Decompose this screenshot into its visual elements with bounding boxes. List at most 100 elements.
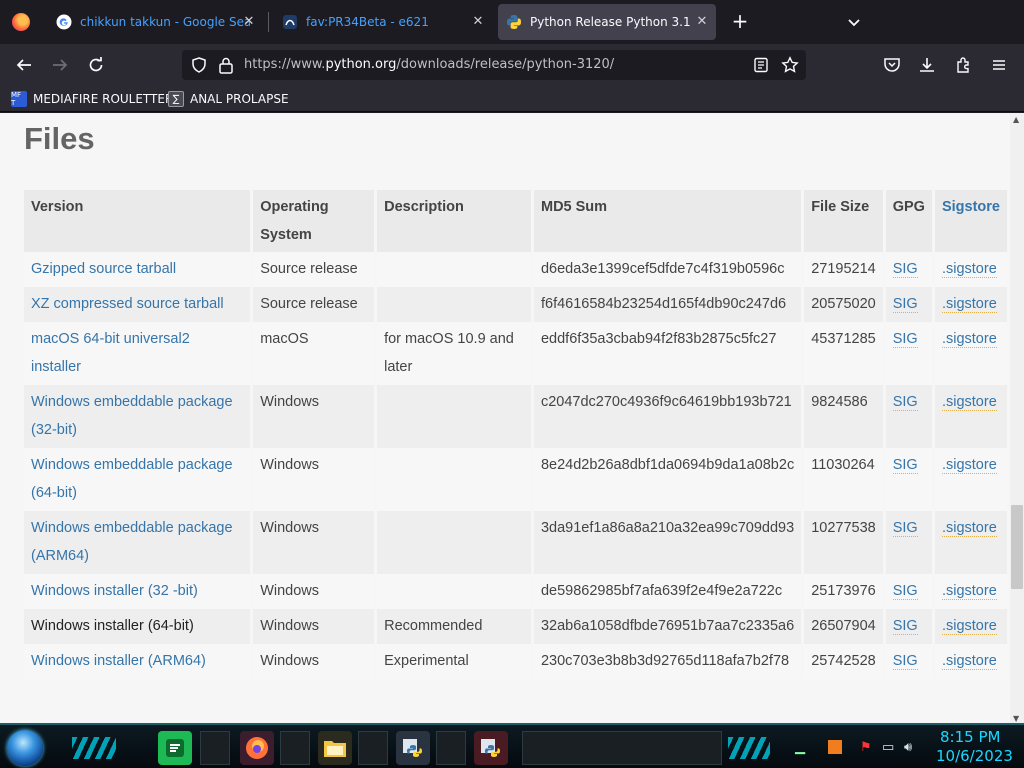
- sigstore-cell[interactable]: .sigstore: [933, 287, 1010, 322]
- reload-button[interactable]: [83, 52, 109, 78]
- sigstore-cell[interactable]: .sigstore: [933, 644, 1010, 679]
- gpg-sig-link[interactable]: SIG: [892, 296, 918, 313]
- gpg-sig-link[interactable]: SIG: [892, 520, 918, 537]
- download-link[interactable]: Windows embeddable package (ARM64): [31, 520, 233, 564]
- close-tab-icon[interactable]: ✕: [694, 14, 710, 30]
- download-link[interactable]: Gzipped source tarball: [31, 261, 176, 277]
- url-text[interactable]: https://www.python.org/downloads/release…: [244, 57, 614, 72]
- tab-python-release[interactable]: Python Release Python 3.12.0 | Py ✕: [498, 4, 716, 40]
- scroll-down-arrow-icon[interactable]: ▼: [1013, 714, 1019, 723]
- download-link[interactable]: Windows embeddable package (64-bit): [31, 457, 233, 501]
- new-tab-button[interactable]: +: [728, 10, 752, 34]
- version-cell[interactable]: Windows installer (64-bit): [24, 609, 254, 644]
- gpg-cell[interactable]: SIG: [884, 644, 935, 679]
- python-installer-taskbar-icon[interactable]: [396, 731, 430, 765]
- vertical-scrollbar[interactable]: ▲ ▼: [1010, 113, 1024, 723]
- bookmark-anal-prolapse[interactable]: ∑ ANAL PROLAPSE: [168, 90, 289, 108]
- pocket-button[interactable]: [879, 52, 905, 78]
- extensions-button[interactable]: [951, 52, 977, 78]
- sigstore-link[interactable]: .sigstore: [941, 261, 997, 278]
- spotify-taskbar-icon[interactable]: [158, 731, 192, 765]
- python-setup-taskbar-icon[interactable]: [474, 731, 508, 765]
- version-cell[interactable]: Windows installer (32 -bit): [24, 574, 254, 609]
- downloads-button[interactable]: [914, 52, 940, 78]
- sigstore-link[interactable]: .sigstore: [941, 296, 997, 313]
- scrollbar-thumb[interactable]: [1011, 505, 1023, 589]
- gpg-cell[interactable]: SIG: [884, 609, 935, 644]
- file-explorer-taskbar-icon[interactable]: [318, 731, 352, 765]
- volume-speaker-icon[interactable]: 🔊︎: [904, 740, 912, 758]
- clock-date[interactable]: 10/6/2023: [936, 747, 1013, 765]
- gpg-cell[interactable]: SIG: [884, 322, 935, 385]
- sigstore-cell[interactable]: .sigstore: [933, 574, 1010, 609]
- lock-icon[interactable]: [218, 56, 234, 74]
- column-header-sigstore[interactable]: Sigstore: [933, 190, 1010, 252]
- back-button[interactable]: [11, 52, 37, 78]
- list-all-tabs-icon[interactable]: [842, 10, 866, 34]
- network-icon[interactable]: ▭: [882, 740, 894, 758]
- sigstore-link[interactable]: .sigstore: [941, 583, 997, 600]
- gpg-cell[interactable]: SIG: [884, 252, 935, 287]
- bookmark-mediafire-rouletter[interactable]: MF T MEDIAFIRE ROULETTER: [11, 90, 173, 108]
- gpg-sig-link[interactable]: SIG: [892, 331, 918, 348]
- sigstore-cell[interactable]: .sigstore: [933, 322, 1010, 385]
- sigstore-cell[interactable]: .sigstore: [933, 511, 1010, 574]
- close-tab-icon[interactable]: ✕: [470, 14, 486, 30]
- gpg-sig-link[interactable]: SIG: [892, 457, 918, 474]
- download-link[interactable]: Windows installer (ARM64): [31, 653, 206, 669]
- gpg-cell[interactable]: SIG: [884, 511, 935, 574]
- version-cell[interactable]: macOS 64-bit universal2 installer: [24, 322, 254, 385]
- version-cell[interactable]: Windows embeddable package (64-bit): [24, 448, 254, 511]
- version-cell[interactable]: Windows installer (ARM64): [24, 644, 254, 679]
- gpg-cell[interactable]: SIG: [884, 574, 935, 609]
- gpg-sig-link[interactable]: SIG: [892, 583, 918, 600]
- gpg-cell[interactable]: SIG: [884, 287, 935, 322]
- bookmarks-toolbar: MF T MEDIAFIRE ROULETTER ∑ ANAL PROLAPSE: [0, 86, 1024, 112]
- sigstore-link[interactable]: .sigstore: [941, 653, 997, 670]
- sigstore-cell[interactable]: .sigstore: [933, 385, 1010, 448]
- size-cell: 25742528: [802, 644, 886, 679]
- app-menu-button[interactable]: [986, 52, 1012, 78]
- gpg-sig-link[interactable]: SIG: [892, 653, 918, 670]
- reader-view-icon[interactable]: [753, 57, 769, 73]
- download-link[interactable]: Windows embeddable package (32-bit): [31, 394, 233, 438]
- table-row: macOS 64-bit universal2 installer macOS …: [24, 322, 1010, 385]
- show-hidden-icons-icon[interactable]: ▁: [795, 740, 805, 758]
- gpg-sig-link[interactable]: SIG: [892, 261, 918, 278]
- version-cell[interactable]: Windows embeddable package (32-bit): [24, 385, 254, 448]
- close-tab-icon[interactable]: ✕: [241, 14, 257, 30]
- security-alert-flag-icon[interactable]: ⚑: [860, 740, 872, 758]
- gpg-sig-link[interactable]: SIG: [892, 394, 918, 411]
- scroll-up-arrow-icon[interactable]: ▲: [1013, 115, 1019, 124]
- download-link[interactable]: XZ compressed source tarball: [31, 296, 224, 312]
- download-link[interactable]: Windows installer (32 -bit): [31, 583, 198, 599]
- version-cell[interactable]: Gzipped source tarball: [24, 252, 254, 287]
- tab-e621[interactable]: fav:PR34Beta - e621 ✕: [274, 4, 492, 40]
- start-button[interactable]: [7, 730, 43, 766]
- sigstore-cell[interactable]: .sigstore: [933, 448, 1010, 511]
- sigstore-link[interactable]: .sigstore: [941, 394, 997, 411]
- clock-time[interactable]: 8:15 PM: [940, 728, 1000, 746]
- sigstore-cell[interactable]: .sigstore: [933, 609, 1010, 644]
- download-link[interactable]: Windows installer (64-bit): [31, 618, 194, 634]
- forward-button[interactable]: [47, 52, 73, 78]
- sigstore-cell[interactable]: .sigstore: [933, 252, 1010, 287]
- sigstore-link[interactable]: .sigstore: [941, 618, 997, 635]
- download-link[interactable]: macOS 64-bit universal2 installer: [31, 331, 190, 375]
- tab-google-search[interactable]: chikkun takkun - Google Search ✕: [48, 4, 263, 40]
- tracking-protection-shield-icon[interactable]: [190, 56, 208, 74]
- address-bar[interactable]: https://www.python.org/downloads/release…: [182, 50, 806, 80]
- gpg-sig-link[interactable]: SIG: [892, 618, 918, 635]
- sigstore-header-link[interactable]: Sigstore: [942, 199, 1000, 215]
- sigstore-link[interactable]: .sigstore: [941, 520, 997, 537]
- sigstore-link[interactable]: .sigstore: [941, 457, 997, 474]
- sigstore-link[interactable]: .sigstore: [941, 331, 997, 348]
- gpg-cell[interactable]: SIG: [884, 448, 935, 511]
- version-cell[interactable]: Windows embeddable package (ARM64): [24, 511, 254, 574]
- firefox-taskbar-icon[interactable]: [240, 731, 274, 765]
- gpg-cell[interactable]: SIG: [884, 385, 935, 448]
- bookmark-star-icon[interactable]: [781, 56, 799, 74]
- firefox-menu-icon[interactable]: [12, 13, 30, 31]
- version-cell[interactable]: XZ compressed source tarball: [24, 287, 254, 322]
- tray-app-icon[interactable]: [828, 740, 842, 754]
